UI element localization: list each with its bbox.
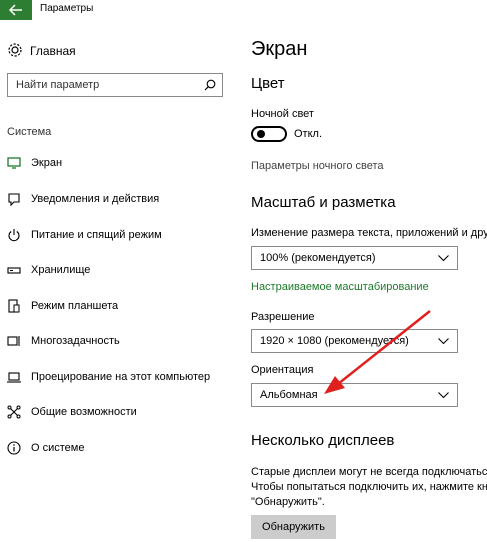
orientation-dropdown[interactable]: Альбомная (251, 383, 458, 407)
info-icon (7, 441, 21, 455)
night-light-state: Откл. (294, 128, 323, 140)
multi-display-section-heading: Несколько дисплеев (251, 432, 395, 449)
search-icon[interactable] (204, 79, 216, 91)
scale-dropdown[interactable]: 100% (рекомендуется) (251, 246, 458, 270)
scale-value: 100% (рекомендуется) (260, 252, 376, 264)
sidebar-home-label: Главная (30, 44, 76, 58)
multitasking-icon (7, 336, 20, 346)
sidebar-item-about[interactable]: О системе (7, 440, 232, 458)
custom-scaling-link[interactable]: Настраиваемое масштабирование (251, 281, 429, 293)
sidebar-item-tablet-mode[interactable]: Режим планшета (7, 298, 232, 316)
scale-section-heading: Масштаб и разметка (251, 194, 396, 211)
sidebar-section-label: Система (7, 126, 52, 138)
chevron-down-icon (438, 255, 449, 262)
back-arrow-icon (9, 4, 22, 16)
scale-label: Изменение размера текста, приложений и д… (251, 227, 487, 239)
power-icon (8, 229, 20, 242)
search-input[interactable] (8, 74, 196, 96)
resolution-label: Разрешение (251, 311, 315, 323)
storage-icon (7, 267, 21, 274)
color-section-heading: Цвет (251, 75, 285, 92)
multi-display-description-line-3: "Обнаружить". (251, 496, 325, 508)
orientation-value: Альбомная (260, 389, 318, 401)
sidebar-home[interactable]: Главная (7, 42, 207, 60)
shared-experiences-icon (7, 405, 21, 419)
search-box[interactable] (7, 73, 223, 97)
sidebar-item-multitasking[interactable]: Многозадачность (7, 333, 232, 351)
night-light-label: Ночной свет (251, 108, 314, 120)
sidebar-item-notifications[interactable]: Уведомления и действия (7, 191, 232, 209)
window-title: Параметры (40, 3, 94, 14)
resolution-dropdown[interactable]: 1920 × 1080 (рекомендуется) (251, 329, 458, 353)
sidebar-item-shared-experiences[interactable]: Общие возможности (7, 404, 232, 422)
sidebar-item-label: Проецирование на этот компьютер (31, 371, 211, 383)
detect-button[interactable]: Обнаружить (251, 515, 336, 539)
sidebar-item-label: Общие возможности (31, 406, 137, 418)
back-button[interactable] (0, 0, 32, 20)
sidebar-item-label: Экран (31, 157, 63, 169)
night-light-toggle[interactable] (251, 126, 287, 142)
tablet-icon (8, 299, 20, 313)
multi-display-description-line-1: Старые дисплеи могут не всегда подключат… (251, 466, 487, 478)
resolution-value: 1920 × 1080 (рекомендуется) (260, 335, 409, 347)
sidebar-item-label: Хранилище (31, 264, 91, 276)
chevron-down-icon (438, 338, 449, 345)
projecting-icon (7, 372, 21, 383)
sidebar-item-power[interactable]: Питание и спящий режим (7, 227, 232, 245)
monitor-icon (7, 157, 21, 169)
notification-icon (8, 193, 20, 206)
sidebar-item-label: О системе (31, 442, 85, 454)
toggle-knob (257, 130, 265, 138)
sidebar-item-storage[interactable]: Хранилище (7, 262, 232, 280)
gear-icon (8, 43, 22, 57)
multi-display-description-line-2: Чтобы попытаться подключить их, нажмите … (251, 481, 487, 493)
sidebar-item-label: Многозадачность (31, 335, 120, 347)
night-light-settings-link[interactable]: Параметры ночного света (251, 160, 384, 172)
sidebar-item-label: Уведомления и действия (31, 193, 160, 205)
chevron-down-icon (438, 392, 449, 399)
sidebar-item-label: Питание и спящий режим (31, 229, 162, 241)
sidebar-item-label: Режим планшета (31, 300, 119, 312)
orientation-label: Ориентация (251, 364, 314, 376)
sidebar-item-display[interactable]: Экран (7, 155, 232, 173)
title-bar: Параметры (0, 0, 487, 20)
sidebar-item-projecting[interactable]: Проецирование на этот компьютер (7, 369, 232, 387)
page-title: Экран (251, 38, 308, 60)
